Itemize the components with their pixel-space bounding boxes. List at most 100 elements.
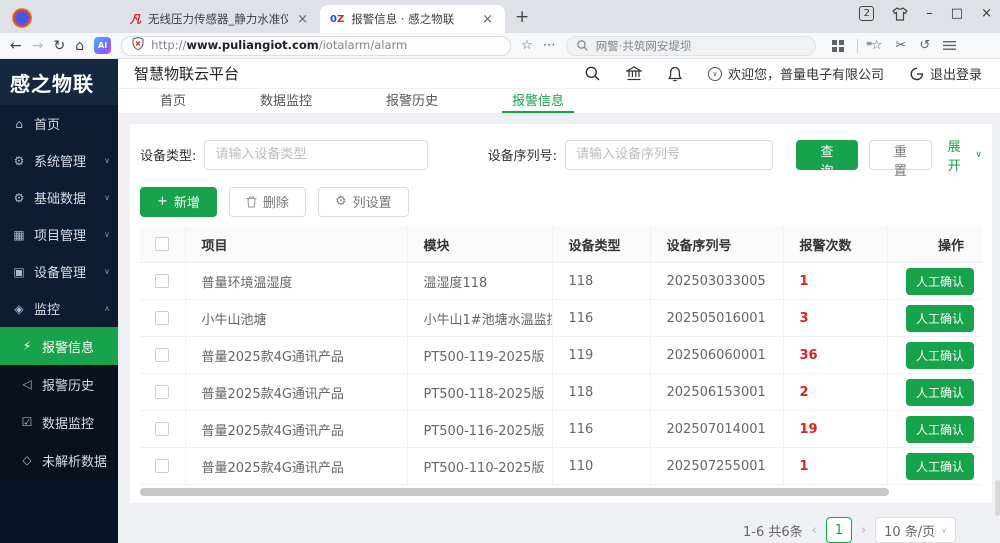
browser-tab-1[interactable]: 凡 无线压力传感器_静力水准仪_ × (120, 5, 320, 33)
sidebar-item-data-monitoring[interactable]: ☑ 数据监控 (0, 403, 118, 441)
row-checkbox[interactable] (155, 385, 169, 399)
app-header: 智慧物联云平台 ∨ 欢迎您，普量电子有限公司 (118, 59, 1000, 89)
manual-confirm-button[interactable]: 人工确认 (906, 379, 974, 406)
chevron-down-icon: ∨ (104, 230, 110, 239)
col-device-type: 设备类型 (552, 227, 650, 263)
manual-confirm-button[interactable]: 人工确认 (906, 453, 974, 480)
cell-serial: 202505016001 (650, 300, 783, 337)
vertical-scrollbar-thumb[interactable] (995, 480, 1000, 516)
tab2-favicon-icon: 0Z (330, 14, 344, 25)
bell-icon[interactable] (668, 66, 682, 82)
tab2-close-icon[interactable]: × (480, 12, 495, 27)
next-page-icon[interactable]: › (861, 523, 866, 538)
gear-icon: ⚙ (335, 195, 347, 208)
tab-alarm-history[interactable]: 报警历史 (376, 89, 448, 112)
expand-filters-link[interactable]: 展开 ∨ (948, 136, 982, 174)
monitoring-submenu: ⚡ 报警信息 ◁ 报警历史 ☑ 数据监控 ◇ 未解析数据 (0, 327, 118, 479)
page-size-select[interactable]: 10 条/页 ∨ (875, 517, 956, 543)
new-tab-button[interactable]: + (515, 7, 529, 27)
logout-power-icon (910, 67, 924, 81)
sidebar-item-unparsed-data[interactable]: ◇ 未解析数据 (0, 441, 118, 479)
bank-building-icon[interactable] (626, 66, 642, 81)
sidebar-item-base-data[interactable]: ⚙ 基础数据 ∨ (0, 179, 118, 216)
add-button[interactable]: + 新增 (140, 187, 217, 217)
cell-device-type: 119 (552, 337, 650, 374)
favorites-list-icon[interactable]: ≡☆ (871, 38, 883, 53)
prev-page-icon[interactable]: ‹ (812, 523, 817, 538)
sidebar-item-home[interactable]: ⌂ 首页 (0, 105, 118, 142)
screenshot-scissors-icon[interactable]: ✂ (895, 38, 906, 53)
forward-icon[interactable]: → (32, 39, 44, 53)
delete-button[interactable]: 删除 (229, 187, 306, 217)
ai-assistant-icon[interactable]: AI (94, 37, 111, 54)
tab-data-monitoring[interactable]: 数据监控 (250, 89, 322, 112)
logout-button[interactable]: 退出登录 (910, 64, 982, 83)
scrollbar-thumb[interactable] (140, 488, 889, 496)
browser-logo-icon[interactable] (12, 8, 32, 28)
sidebar-item-device-mgmt[interactable]: ▣ 设备管理 ∨ (0, 253, 118, 290)
column-settings-button[interactable]: ⚙ 列设置 (318, 187, 409, 217)
tab1-close-icon[interactable]: × (295, 12, 310, 27)
sidebar-item-project-mgmt[interactable]: ▦ 项目管理 ∨ (0, 216, 118, 253)
sidebar-item-alarm-info[interactable]: ⚡ 报警信息 (0, 327, 118, 365)
cell-device-type: 118 (552, 263, 650, 300)
search-button[interactable]: 查 询 (796, 140, 858, 170)
row-checkbox[interactable] (155, 311, 169, 325)
url-text: http://www.puliangiot.com/iotalarm/alarm (151, 38, 407, 53)
apps-grid-icon[interactable] (832, 40, 844, 52)
header-search-icon[interactable] (585, 66, 600, 81)
brand-logo: 感之物联 (0, 59, 118, 105)
menu-hamburger-icon[interactable] (943, 41, 956, 50)
cell-serial: 202506153001 (650, 374, 783, 411)
device-type-input[interactable] (204, 140, 427, 170)
package-icon: ◇ (20, 453, 34, 467)
reset-button[interactable]: 重 置 (869, 140, 931, 170)
browser-home-icon[interactable]: ⌂ (75, 39, 84, 53)
more-options-icon[interactable]: ⋯ (543, 38, 556, 53)
browser-search-box[interactable]: 网警·共筑网安堤坝 (566, 36, 816, 56)
tab-home[interactable]: 首页 (150, 89, 196, 112)
site-security-shield-icon[interactable] (132, 37, 144, 54)
row-checkbox[interactable] (155, 274, 169, 288)
close-window-button[interactable]: × (981, 6, 992, 21)
bookmark-star-icon[interactable]: ☆ (521, 38, 533, 53)
serial-input[interactable] (565, 140, 773, 170)
sidebar-item-alarm-history[interactable]: ◁ 报警历史 (0, 365, 118, 403)
manual-confirm-button[interactable]: 人工确认 (906, 416, 974, 443)
welcome-user[interactable]: ∨ 欢迎您，普量电子有限公司 (708, 64, 884, 83)
tab-alarm-info[interactable]: 报警信息 (502, 89, 574, 112)
app-shell: 感之物联 ⌂ 首页 ⚙ 系统管理 ∨ ⚙ 基础数据 ∨ ▦ 项目管理 ∨ ▣ (0, 59, 1000, 543)
page-number-button[interactable]: 1 (826, 517, 852, 543)
tag-icon: ◈ (12, 302, 26, 316)
row-checkbox[interactable] (155, 348, 169, 362)
address-bar[interactable]: http://www.puliangiot.com/iotalarm/alarm (121, 36, 511, 56)
row-checkbox[interactable] (155, 459, 169, 473)
maximize-button[interactable]: □ (951, 6, 963, 21)
pagination-summary: 1-6 共6条 (743, 521, 803, 540)
browser-tab-2-active[interactable]: 0Z 报警信息 · 感之物联 × (320, 5, 505, 33)
downloads-badge[interactable]: 2 (859, 6, 874, 21)
cell-device-type: 116 (552, 300, 650, 337)
theme-shirt-icon[interactable] (892, 7, 908, 21)
select-all-checkbox[interactable] (155, 237, 169, 251)
history-undo-icon[interactable]: ↺ (919, 38, 930, 53)
sidebar-item-system-mgmt[interactable]: ⚙ 系统管理 ∨ (0, 142, 118, 179)
trash-icon (246, 196, 257, 208)
sidebar-item-monitoring[interactable]: ◈ 监控 ∧ (0, 290, 118, 327)
chevron-down-icon: ∨ (104, 193, 110, 202)
content-area: 设备类型: 设备序列号: 查 询 重 置 展开 ∨ (118, 114, 1000, 543)
minimize-button[interactable]: – (926, 6, 933, 21)
cell-module: PT500-116-2025版 (407, 411, 552, 448)
cell-serial: 202507255001 (650, 448, 783, 485)
back-icon[interactable]: ← (10, 39, 22, 53)
horizontal-scrollbar[interactable] (140, 488, 982, 497)
manual-confirm-button[interactable]: 人工确认 (906, 305, 974, 332)
device-frame-icon: ▣ (12, 265, 26, 279)
cell-module: 小牛山1#池塘水温监控 (407, 300, 552, 337)
cell-module: PT500-119-2025版 (407, 337, 552, 374)
col-project: 项目 (185, 227, 407, 263)
manual-confirm-button[interactable]: 人工确认 (906, 268, 974, 295)
row-checkbox[interactable] (155, 422, 169, 436)
manual-confirm-button[interactable]: 人工确认 (906, 342, 974, 369)
reload-icon[interactable]: ↻ (53, 39, 65, 53)
